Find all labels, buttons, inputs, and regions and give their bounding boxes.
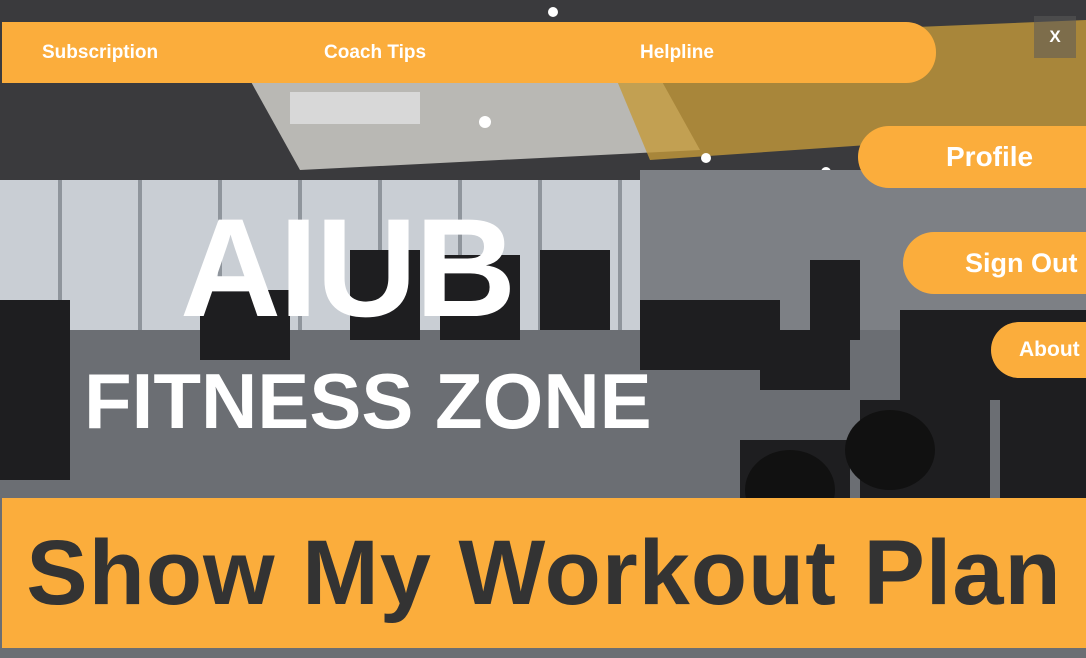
sign-out-button-label: Sign Out: [965, 247, 1078, 278]
show-workout-plan-button[interactable]: Show My Workout Plan: [2, 498, 1086, 648]
top-navigation-bar: Subscription Coach Tips Helpline: [2, 22, 936, 83]
sign-out-button[interactable]: Sign Out: [903, 232, 1086, 294]
app-title-fitness-zone: FITNESS ZONE: [84, 357, 652, 445]
nav-coach-tips[interactable]: Coach Tips: [324, 42, 426, 64]
profile-button[interactable]: Profile: [858, 126, 1086, 188]
nav-helpline[interactable]: Helpline: [640, 42, 714, 64]
profile-button-label: Profile: [946, 141, 1034, 172]
app-title-aiub: AIUB: [180, 189, 516, 346]
about-button-label: About: [1019, 338, 1080, 361]
close-button[interactable]: X: [1034, 16, 1076, 58]
show-workout-plan-label: Show My Workout Plan: [26, 521, 1062, 624]
nav-subscription[interactable]: Subscription: [42, 42, 158, 64]
about-button[interactable]: About: [991, 322, 1086, 378]
